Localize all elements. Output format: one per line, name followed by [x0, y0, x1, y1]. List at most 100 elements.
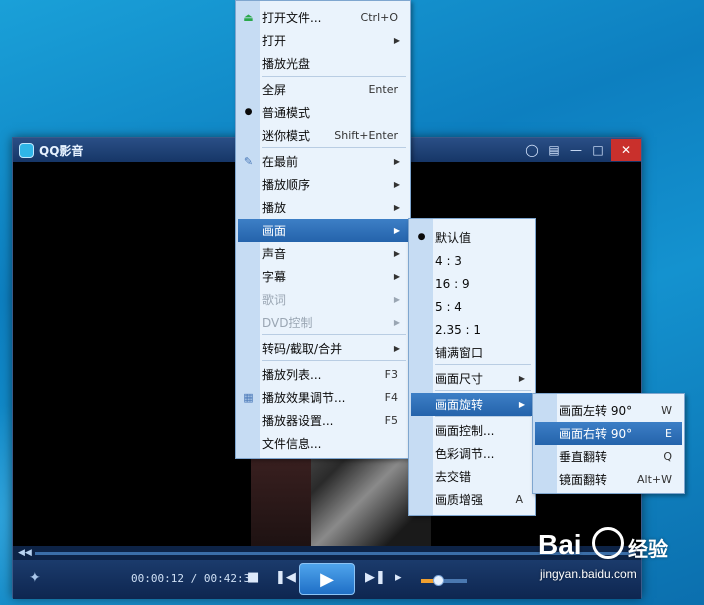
menu-item-label: 镜面翻转	[559, 473, 608, 487]
menu-item-label: 歌词	[262, 293, 287, 307]
menu-item-label: 转码/截取/合并	[262, 342, 343, 356]
menu-item[interactable]: 垂直翻转 Q	[535, 445, 682, 468]
menu-item[interactable]: 播放 ▶	[238, 196, 408, 219]
volume-slider[interactable]	[421, 575, 467, 586]
menu-item[interactable]: 去交错	[411, 465, 533, 488]
menu-item[interactable]: ⏏ 打开文件... Ctrl+O	[238, 6, 408, 29]
radio-dot-icon: ●	[244, 107, 253, 117]
menu-item-label: 画面尺寸	[435, 372, 484, 386]
menu-item-label: 播放列表...	[262, 368, 322, 382]
menu-item-label: 播放	[262, 201, 287, 215]
baidu-watermark: Bai 经验 jingyan.baidu.com	[534, 525, 704, 591]
menu-item[interactable]: ● 默认值	[411, 226, 533, 249]
watermark-url: jingyan.baidu.com	[540, 567, 637, 581]
menu-item[interactable]: 画面左转 90° W	[535, 399, 682, 422]
menu-item[interactable]: 文件信息...	[238, 432, 408, 455]
menu-item-shortcut: F3	[384, 368, 398, 381]
maximize-button[interactable]: □	[587, 140, 609, 160]
menu-item[interactable]: 字幕 ▶	[238, 265, 408, 288]
close-button[interactable]: ✕	[611, 139, 641, 161]
menu-item[interactable]: 画质增强 A	[411, 488, 533, 511]
menu-item-label: 画面	[262, 224, 287, 238]
pin-icon: ✎	[243, 155, 254, 168]
submenu-arrow-icon: ▶	[393, 295, 400, 304]
menu-item[interactable]: 5 : 4	[411, 295, 533, 318]
menu-item-label: 迷你模式	[262, 129, 311, 143]
app-logo-icon	[19, 142, 34, 158]
menu-item-label: 画面右转 90°	[559, 427, 633, 441]
menu-item[interactable]: 画面控制...	[411, 419, 533, 442]
menu-item-label: 普通模式	[262, 106, 311, 120]
menu-item-label: 播放光盘	[262, 57, 311, 71]
menu-item-shortcut: Q	[663, 450, 672, 463]
menu-item[interactable]: ▦ 播放效果调节... F4	[238, 386, 408, 409]
minimize-button[interactable]: —	[565, 140, 587, 160]
volume-knob[interactable]	[433, 575, 445, 586]
menu-item-label: 垂直翻转	[559, 450, 608, 464]
menu-item[interactable]: 打开 ▶	[238, 29, 408, 52]
menu-item[interactable]: 色彩调节...	[411, 442, 533, 465]
menu-item-label: 打开	[262, 34, 287, 48]
submenu-arrow-icon: ▶	[393, 249, 400, 258]
menu-item[interactable]: 画面尺寸 ▶	[411, 367, 533, 390]
submenu-arrow-icon: ▶	[393, 344, 400, 353]
time-current: 00:00:12	[131, 572, 184, 585]
equalizer-icon: ▦	[243, 391, 254, 404]
menu-item[interactable]: 镜面翻转 Alt+W	[535, 468, 682, 491]
menu-item[interactable]: 转码/截取/合并 ▶	[238, 337, 408, 360]
menu-item: 歌词 ▶	[238, 288, 408, 311]
menu-separator	[262, 334, 406, 335]
submenu-arrow-icon: ▶	[393, 272, 400, 281]
menu-item-label: 默认值	[435, 231, 472, 245]
menu-item-label: 2.35 : 1	[435, 322, 482, 337]
menu-item-shortcut: A	[515, 493, 523, 506]
volume-icon[interactable]: ▸	[395, 570, 402, 585]
menu-item[interactable]: 画面右转 90° E	[535, 422, 682, 445]
menu-separator	[435, 390, 531, 391]
menu-item[interactable]: 播放器设置... F5	[238, 409, 408, 432]
menu-item-label: 打开文件...	[262, 11, 322, 25]
eject-icon: ⏏	[243, 11, 254, 24]
paw-logo-icon	[592, 527, 624, 559]
menu-item[interactable]: 画面 ▶	[238, 219, 408, 242]
menu-item[interactable]: 播放光盘	[238, 52, 408, 75]
menu-item-label: 4 : 3	[435, 253, 462, 268]
next-icon[interactable]: ▶❚	[365, 570, 386, 585]
menu-item[interactable]: 画面旋转 ▶	[411, 393, 533, 416]
submenu-arrow-icon: ▶	[393, 226, 400, 235]
menu-item-label: DVD控制	[262, 316, 313, 330]
play-button[interactable]: ▶	[299, 563, 355, 595]
menu-item-label: 画面左转 90°	[559, 404, 633, 418]
menu-item[interactable]: 播放顺序 ▶	[238, 173, 408, 196]
menu-item[interactable]: 全屏 Enter	[238, 78, 408, 101]
rewind-icon[interactable]: ◀◀	[18, 548, 32, 558]
menu-icon[interactable]: ▤	[543, 140, 565, 160]
menu-item[interactable]: 声音 ▶	[238, 242, 408, 265]
menu-item[interactable]: 4 : 3	[411, 249, 533, 272]
menu-item[interactable]: 2.35 : 1	[411, 318, 533, 341]
menu-item-shortcut: Ctrl+O	[360, 11, 398, 24]
previous-icon[interactable]: ❚◀	[275, 570, 296, 585]
play-icon: ▶	[320, 568, 334, 590]
menu-item[interactable]: 播放列表... F3	[238, 363, 408, 386]
chat-icon[interactable]: ◯	[521, 140, 543, 160]
menu-item-label: 播放器设置...	[262, 414, 334, 428]
time-display: 00:00:12 / 00:42:31	[131, 572, 257, 585]
menu-item-label: 播放效果调节...	[262, 391, 346, 405]
menu-item-shortcut: Enter	[368, 83, 398, 96]
menu-item-shortcut: F5	[384, 414, 398, 427]
stop-icon[interactable]: ■	[247, 570, 259, 585]
menu-item[interactable]: 铺满窗口	[411, 341, 533, 364]
menu-item[interactable]: ● 普通模式	[238, 101, 408, 124]
menu-item[interactable]: 16 : 9	[411, 272, 533, 295]
window-title: QQ影音	[39, 143, 84, 158]
menu-item-label: 色彩调节...	[435, 447, 495, 461]
submenu-arrow-icon: ▶	[518, 400, 525, 409]
menu-item[interactable]: 迷你模式 Shift+Enter	[238, 124, 408, 147]
submenu-arrow-icon: ▶	[518, 374, 525, 383]
menu-item-label: 5 : 4	[435, 299, 462, 314]
menu-item-label: 画质增强	[435, 493, 484, 507]
watermark-brand-b: 经验	[628, 537, 668, 561]
footprint-icon[interactable]: ✦	[29, 570, 41, 586]
menu-item[interactable]: ✎ 在最前 ▶	[238, 150, 408, 173]
